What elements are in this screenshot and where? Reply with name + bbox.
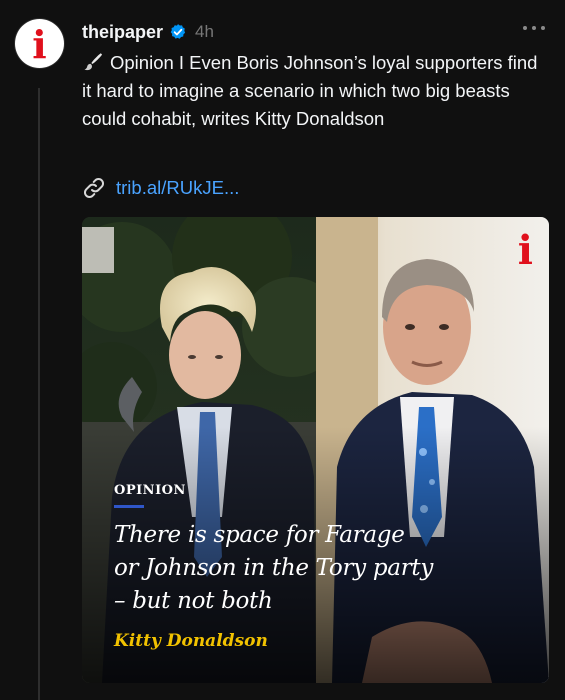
avatar-logo-letter: i — [32, 21, 47, 67]
thread-post: i theipaper 4h Opinion I Even Boris John… — [0, 0, 565, 700]
post-body-text: Opinion I Even Boris Johnson’s loyal sup… — [82, 52, 538, 129]
username[interactable]: theipaper — [82, 22, 163, 43]
post-body: Opinion I Even Boris Johnson’s loyal sup… — [82, 49, 547, 133]
link-url[interactable]: trib.al/RUkJE... — [116, 177, 239, 199]
article-author: Kitty Donaldson — [114, 631, 268, 651]
paintbrush-icon — [82, 51, 104, 73]
article-preview-image[interactable]: i OPINION There is space for Farage or J… — [82, 217, 549, 683]
publication-logo-mark: i — [517, 227, 533, 274]
thread-connector-line — [38, 88, 40, 700]
category-divider — [114, 505, 144, 508]
post-link[interactable]: trib.al/RUkJE... — [82, 176, 239, 200]
article-category-label: OPINION — [114, 483, 186, 498]
post-header: theipaper 4h — [82, 20, 214, 44]
verified-badge-icon — [169, 23, 187, 41]
more-options-icon[interactable] — [523, 22, 545, 34]
post-timestamp: 4h — [195, 22, 214, 41]
link-icon — [82, 176, 106, 200]
article-headline: There is space for Farage or Johnson in … — [114, 522, 434, 614]
profile-avatar[interactable]: i — [15, 19, 64, 68]
